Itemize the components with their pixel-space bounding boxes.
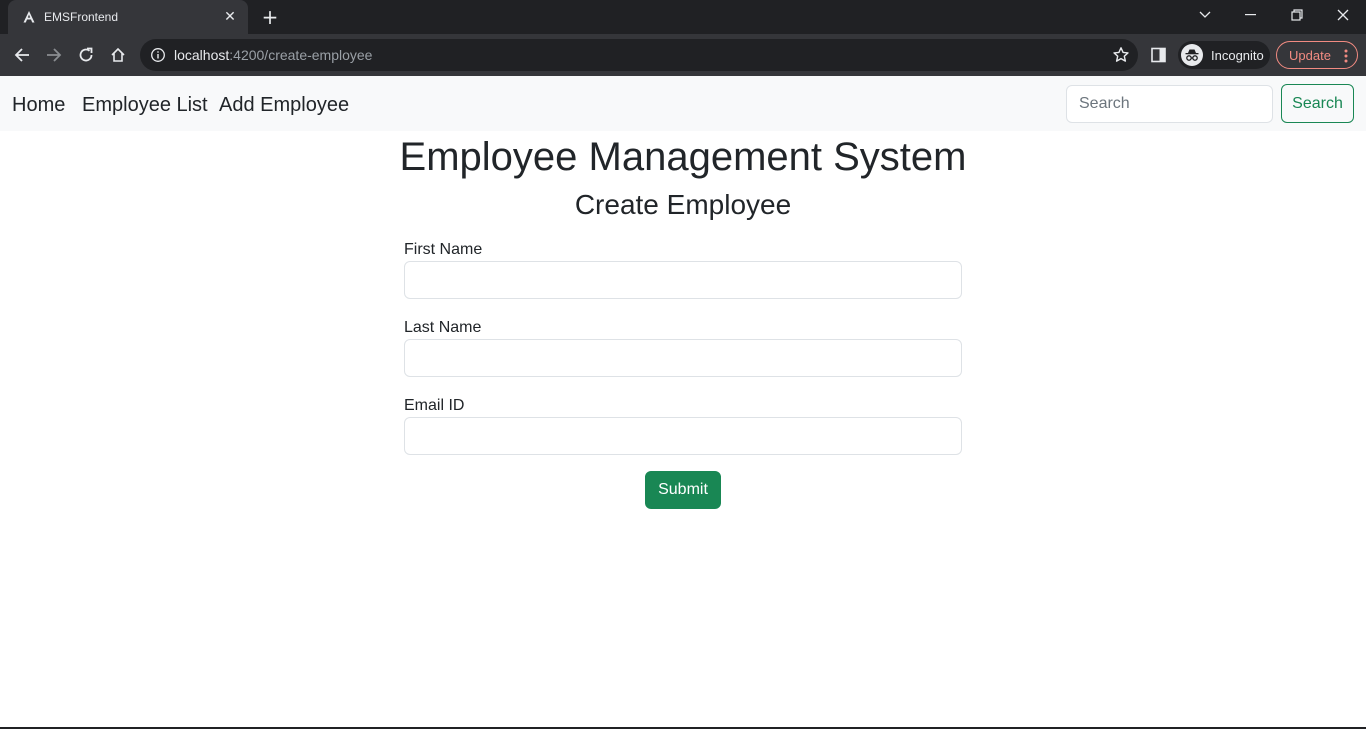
search-input[interactable] (1066, 85, 1273, 123)
reload-icon[interactable] (74, 43, 98, 67)
new-tab-button[interactable]: + (258, 6, 282, 28)
tab-title: EMSFrontend (44, 10, 119, 24)
url-text: localhost:4200/create-employee (174, 47, 372, 63)
browser-tab[interactable]: EMSFrontend ✕ (8, 0, 248, 34)
first-name-field[interactable] (404, 261, 962, 299)
incognito-icon (1181, 44, 1203, 66)
side-panel-icon[interactable] (1150, 46, 1168, 64)
back-arrow-icon[interactable] (10, 43, 34, 67)
email-id-field[interactable] (404, 417, 962, 455)
home-icon[interactable] (106, 43, 130, 67)
restore-icon[interactable] (1274, 0, 1320, 30)
update-label: Update (1289, 47, 1331, 63)
last-name-label: Last Name (404, 319, 482, 336)
close-icon[interactable] (1320, 0, 1366, 30)
email-id-label: Email ID (404, 397, 465, 414)
forward-arrow-icon[interactable] (42, 43, 66, 67)
vertical-dots-icon[interactable] (1344, 48, 1348, 63)
first-name-label: First Name (404, 241, 483, 258)
page-title: Employee Management System (399, 135, 967, 179)
search-button[interactable]: Search (1281, 84, 1354, 123)
incognito-label: Incognito (1211, 47, 1264, 63)
app-navbar: Home Employee List Add Employee Search (0, 76, 1366, 131)
incognito-profile[interactable]: Incognito (1178, 41, 1270, 69)
submit-button[interactable]: Submit (645, 471, 721, 509)
nav-link-home[interactable]: Home (12, 93, 65, 117)
info-icon[interactable] (150, 47, 166, 63)
address-bar[interactable]: localhost:4200/create-employee (140, 39, 1138, 71)
form-title: Create Employee (574, 189, 792, 220)
nav-link-add-employee[interactable]: Add Employee (219, 93, 349, 117)
chevron-down-icon[interactable] (1182, 0, 1228, 30)
star-icon[interactable] (1112, 46, 1130, 64)
tab-close-icon[interactable]: ✕ (222, 9, 238, 25)
url-path: :4200/create-employee (229, 47, 373, 63)
browser-toolbar: localhost:4200/create-employee Incognito… (0, 34, 1366, 76)
angular-logo-icon (22, 10, 36, 24)
last-name-field[interactable] (404, 339, 962, 377)
url-host: localhost (174, 47, 230, 63)
browser-titlebar: EMSFrontend ✕ + (0, 0, 1366, 34)
minimize-icon[interactable] (1228, 0, 1274, 30)
update-button[interactable]: Update (1276, 41, 1358, 69)
nav-link-employee-list[interactable]: Employee List (82, 93, 208, 117)
